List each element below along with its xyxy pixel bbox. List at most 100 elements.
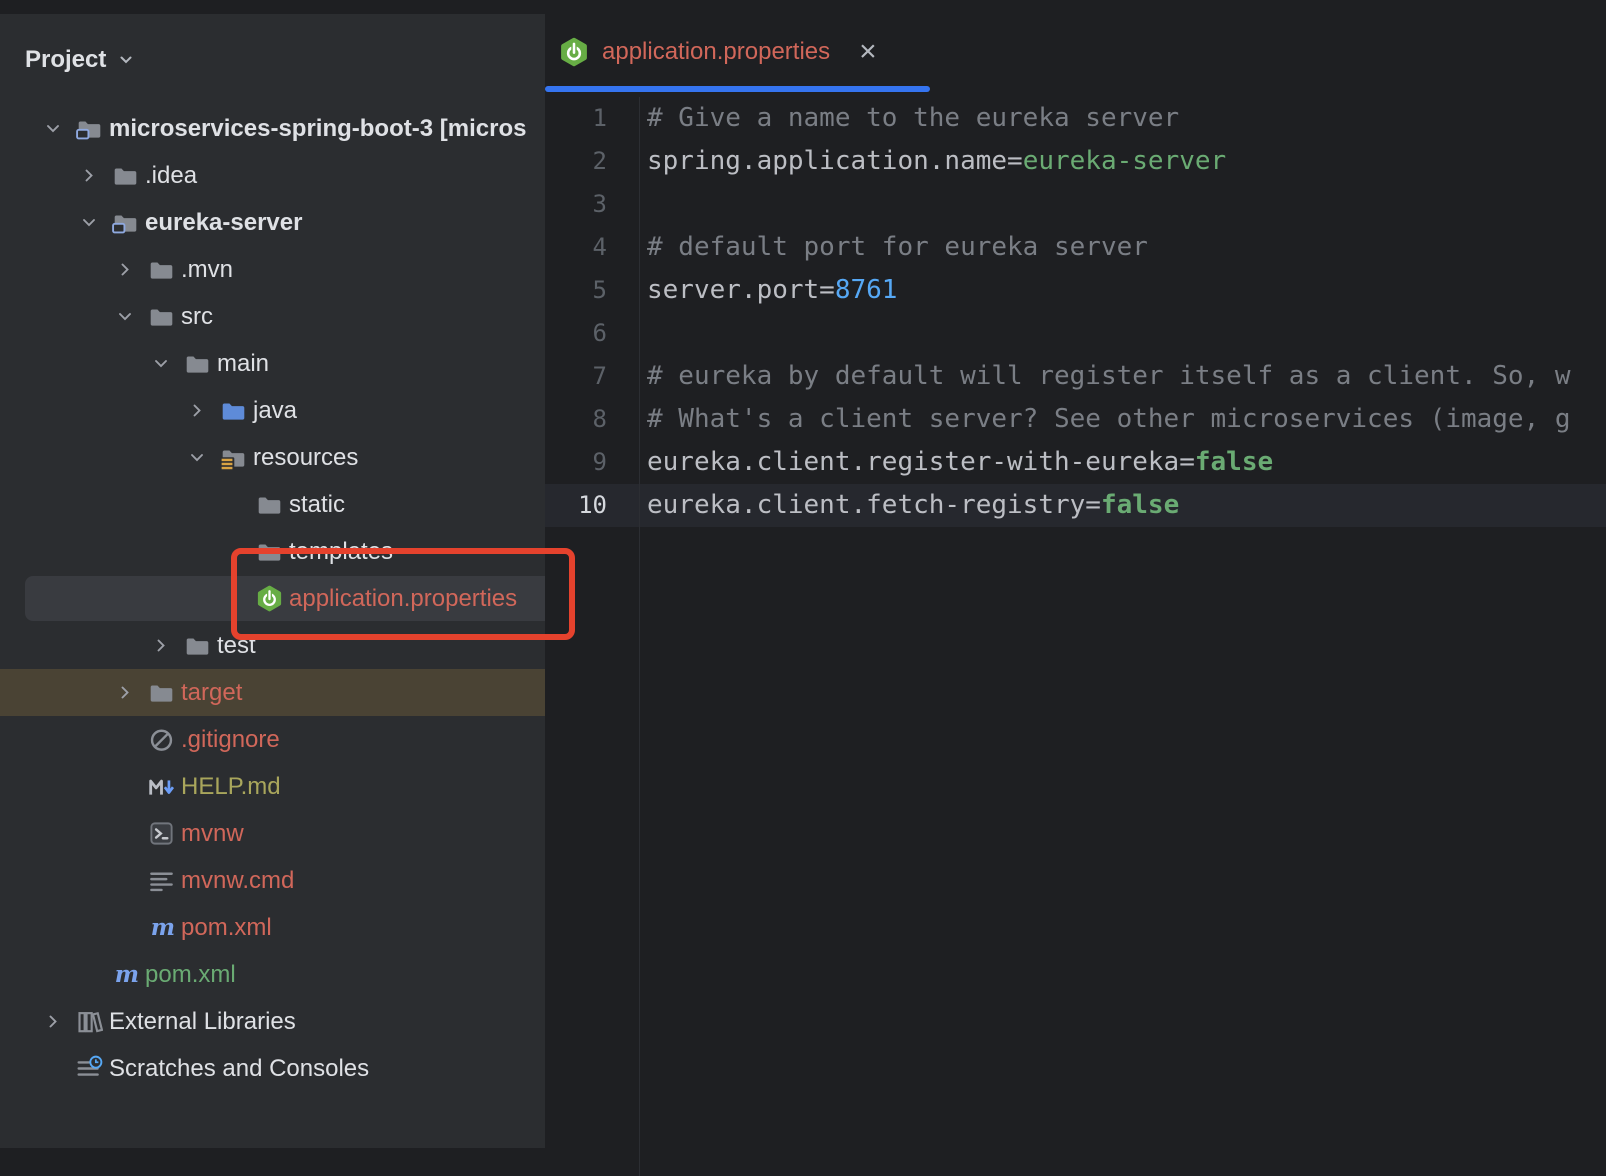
- code-line[interactable]: # eureka by default will register itself…: [647, 355, 1606, 398]
- tree-item-templates[interactable]: templates: [0, 528, 545, 575]
- tree-item-label: eureka-server: [145, 209, 302, 237]
- code-line[interactable]: # Give a name to the eureka server: [647, 97, 1606, 140]
- chevron-spacer: [222, 541, 256, 563]
- chevron-down-icon[interactable]: [150, 353, 184, 375]
- chevron-right-icon[interactable]: [114, 259, 148, 281]
- line-number: 1: [545, 97, 639, 140]
- tree-item-pom-xml[interactable]: mpom.xml: [0, 951, 545, 998]
- shell-script-icon: [148, 820, 175, 847]
- chevron-down-icon: [116, 50, 136, 70]
- line-number: 2: [545, 140, 639, 183]
- java-folder-icon: [220, 397, 247, 424]
- tree-item-java[interactable]: java: [0, 387, 545, 434]
- tree-item-idea[interactable]: .idea: [0, 152, 545, 199]
- tree-item-microservices-spring-boot-3-micros[interactable]: microservices-spring-boot-3 [micros: [0, 105, 545, 152]
- editor-area: application.properties × 12345678910 # G…: [545, 0, 1606, 1176]
- chevron-right-icon[interactable]: [78, 165, 112, 187]
- chevron-spacer: [114, 917, 148, 939]
- folder-icon: [256, 538, 283, 565]
- external-libraries-icon: [76, 1008, 103, 1035]
- tree-item-mvn[interactable]: .mvn: [0, 246, 545, 293]
- scratches-icon: [76, 1055, 103, 1082]
- tree-item-label: target: [181, 679, 242, 707]
- chevron-down-icon[interactable]: [42, 118, 76, 140]
- folder-icon: [148, 256, 175, 283]
- module-folder-icon: [112, 209, 139, 236]
- code-line[interactable]: spring.application.name=eureka-server: [647, 140, 1606, 183]
- chevron-spacer: [78, 964, 112, 986]
- tab-application-properties[interactable]: application.properties ×: [559, 24, 877, 80]
- tab-close-icon[interactable]: ×: [859, 37, 877, 67]
- chevron-right-icon[interactable]: [42, 1011, 76, 1033]
- project-tool-window: Project microservices-spring-boot-3 [mic…: [0, 14, 546, 1148]
- chevron-spacer: [114, 870, 148, 892]
- code-token: # eureka by default will register itself…: [647, 361, 1571, 391]
- maven-icon: m: [112, 961, 139, 988]
- chevron-spacer: [42, 1058, 76, 1080]
- folder-icon: [148, 303, 175, 330]
- tree-item-mvnw[interactable]: mvnw: [0, 810, 545, 857]
- chevron-down-icon[interactable]: [114, 306, 148, 328]
- tree-item-label: templates: [289, 538, 393, 566]
- folder-icon: [184, 350, 211, 377]
- tree-item-label: application.properties: [289, 585, 517, 613]
- code-line[interactable]: [647, 312, 1606, 355]
- chevron-right-icon[interactable]: [114, 682, 148, 704]
- maven-icon: m: [148, 914, 175, 941]
- tree-item-label: External Libraries: [109, 1008, 296, 1036]
- line-number: 9: [545, 441, 639, 484]
- code-token: server.port=: [647, 275, 835, 305]
- tree-item-mvnw-cmd[interactable]: mvnw.cmd: [0, 857, 545, 904]
- code-token: spring.application.name=: [647, 146, 1023, 176]
- tree-item-label: .mvn: [181, 256, 233, 284]
- project-view-header[interactable]: Project: [0, 14, 545, 105]
- line-number: 10: [545, 484, 639, 527]
- tree-item-label: main: [217, 350, 269, 378]
- tree-item-label: .idea: [145, 162, 197, 190]
- ignored-file-icon: [148, 726, 175, 753]
- tree-item-target[interactable]: target: [0, 669, 545, 716]
- tree-item-src[interactable]: src: [0, 293, 545, 340]
- line-number: 5: [545, 269, 639, 312]
- code-token: # default port for eureka server: [647, 232, 1148, 262]
- chevron-right-icon[interactable]: [150, 635, 184, 657]
- chevron-spacer: [114, 776, 148, 798]
- code-line[interactable]: server.port=8761: [647, 269, 1606, 312]
- spring-boot-icon: [559, 37, 589, 67]
- spring-boot-icon: [256, 585, 283, 612]
- resources-folder-icon: [220, 444, 247, 471]
- tree-item-application-properties[interactable]: application.properties: [0, 575, 545, 622]
- editor-code-area[interactable]: 12345678910 # Give a name to the eureka …: [545, 97, 1606, 1176]
- tree-item-help-md[interactable]: HELP.md: [0, 763, 545, 810]
- tree-item-label: HELP.md: [181, 773, 281, 801]
- chevron-spacer: [222, 588, 256, 610]
- tab-label: application.properties: [602, 38, 830, 66]
- tree-item-scratches-and-consoles[interactable]: Scratches and Consoles: [0, 1045, 545, 1092]
- chevron-down-icon[interactable]: [78, 212, 112, 234]
- folder-icon: [148, 679, 175, 706]
- tree-item-pom-xml[interactable]: mpom.xml: [0, 904, 545, 951]
- chevron-down-icon[interactable]: [186, 447, 220, 469]
- code-token: false: [1101, 490, 1179, 520]
- code-token: # What's a client server? See other micr…: [647, 404, 1571, 434]
- tree-item-resources[interactable]: resources: [0, 434, 545, 481]
- editor-gutter: 12345678910: [545, 97, 640, 1176]
- chevron-right-icon[interactable]: [186, 400, 220, 422]
- tree-item-external-libraries[interactable]: External Libraries: [0, 998, 545, 1045]
- tree-item-main[interactable]: main: [0, 340, 545, 387]
- code-line[interactable]: # What's a client server? See other micr…: [647, 398, 1606, 441]
- code-line[interactable]: eureka.client.register-with-eureka=false: [647, 441, 1606, 484]
- tree-item-test[interactable]: test: [0, 622, 545, 669]
- code-line[interactable]: [647, 183, 1606, 226]
- svg-text:m: m: [151, 914, 175, 941]
- code-line[interactable]: # default port for eureka server: [647, 226, 1606, 269]
- code-line[interactable]: eureka.client.fetch-registry=false: [647, 484, 1606, 527]
- tree-item-static[interactable]: static: [0, 481, 545, 528]
- folder-icon: [112, 162, 139, 189]
- editor-text[interactable]: # Give a name to the eureka server spring…: [647, 97, 1606, 527]
- tree-item-eureka-server[interactable]: eureka-server: [0, 199, 545, 246]
- code-token: 8761: [835, 275, 898, 305]
- tree-item-label: java: [253, 397, 297, 425]
- code-token: # Give a name to the eureka server: [647, 103, 1179, 133]
- tree-item-gitignore[interactable]: .gitignore: [0, 716, 545, 763]
